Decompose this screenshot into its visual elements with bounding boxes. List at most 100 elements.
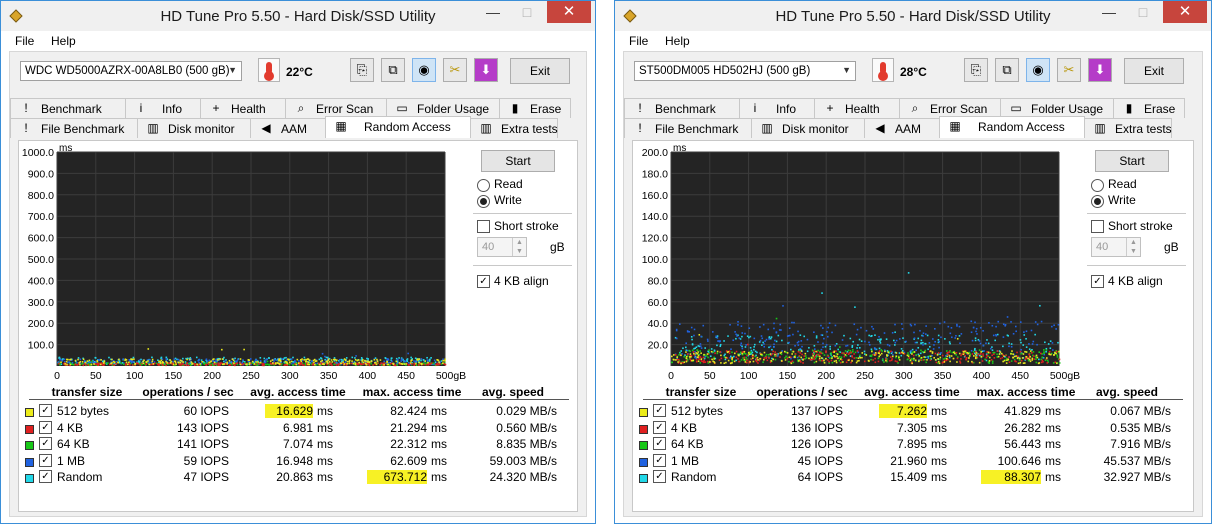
write-radio[interactable] (1091, 195, 1104, 208)
save-button[interactable]: ⬇ (1088, 58, 1112, 82)
menu-help[interactable]: Help (665, 34, 690, 48)
tab-extra-tests[interactable]: ▥ Extra tests (470, 118, 558, 138)
short-stroke-input[interactable]: 40 ▲ ▼ (477, 237, 527, 257)
data-point (757, 362, 759, 364)
align-checkbox[interactable]: ✓ (477, 275, 490, 288)
menu-help[interactable]: Help (51, 34, 76, 48)
start-button[interactable]: Start (1095, 150, 1169, 172)
tab-aam[interactable]: ◀ AAM (250, 118, 326, 138)
data-point (94, 363, 97, 365)
tab-error-scan[interactable]: ⌕ Error Scan (285, 98, 387, 118)
data-point (1034, 333, 1036, 336)
data-point (735, 333, 737, 336)
copy-all-button[interactable]: ⧉ (995, 58, 1019, 82)
copy-button[interactable]: ⎘ (964, 58, 988, 82)
options-button[interactable]: ✂ (443, 58, 467, 82)
start-button[interactable]: Start (481, 150, 555, 172)
short-stroke-input[interactable]: 40 ▲ ▼ (1091, 237, 1141, 257)
speaker-icon: ◀ (875, 121, 885, 135)
screenshot-button[interactable]: ◉ (1026, 58, 1050, 82)
write-radio[interactable] (477, 195, 490, 208)
drive-select[interactable]: ST500DM005 HD502HJ (500 gB) ▼ (634, 61, 856, 81)
data-point (180, 360, 183, 362)
data-point (815, 350, 817, 353)
data-point (997, 355, 1000, 358)
data-point (765, 357, 768, 359)
save-button[interactable]: ⬇ (474, 58, 498, 82)
series-checkbox[interactable]: ✓ (653, 470, 666, 483)
menu-file[interactable]: File (15, 34, 34, 48)
series-checkbox[interactable]: ✓ (39, 453, 52, 467)
data-point (223, 363, 225, 365)
short-stroke-checkbox[interactable] (477, 220, 490, 233)
data-point (860, 326, 862, 329)
tab-file-benchmark[interactable]: ! File Benchmark (10, 118, 138, 138)
tab-erase[interactable]: ▮ Erase (1113, 98, 1185, 118)
tab-folder-usage[interactable]: ▭ Folder Usage (1000, 98, 1114, 118)
series-checkbox[interactable]: ✓ (39, 437, 52, 450)
tab-random-access[interactable]: ▦ Random Access (939, 116, 1085, 138)
short-stroke-checkbox[interactable] (1091, 220, 1104, 233)
data-point (186, 362, 189, 364)
data-point (232, 359, 235, 362)
tab-health[interactable]: + Health (200, 98, 286, 118)
tab-extra-tests[interactable]: ▥ Extra tests (1084, 118, 1172, 138)
tab-file-benchmark[interactable]: ! File Benchmark (624, 118, 752, 138)
tab-erase[interactable]: ▮ Erase (499, 98, 571, 118)
exit-button[interactable]: Exit (510, 58, 570, 84)
data-point (101, 360, 104, 363)
tab-benchmark[interactable]: ! Benchmark (10, 98, 126, 118)
data-point (215, 363, 217, 365)
minimize-button[interactable]: — (1095, 1, 1123, 23)
maximize-button[interactable]: □ (1129, 1, 1157, 23)
close-button[interactable]: ✕ (547, 1, 591, 23)
tab-info[interactable]: i Info (125, 98, 201, 118)
series-checkbox[interactable]: ✓ (653, 453, 666, 467)
data-point (1008, 361, 1011, 363)
tab-disk-monitor[interactable]: ▥ Disk monitor (751, 118, 865, 138)
series-checkbox[interactable]: ✓ (39, 420, 52, 434)
tab-info[interactable]: i Info (739, 98, 815, 118)
copy-all-button[interactable]: ⧉ (381, 58, 405, 82)
tab-disk-monitor[interactable]: ▥ Disk monitor (137, 118, 251, 138)
data-point (719, 345, 722, 348)
data-point (884, 350, 886, 353)
tab-folder-usage[interactable]: ▭ Folder Usage (386, 98, 500, 118)
data-point (91, 360, 93, 363)
menu-file[interactable]: File (629, 34, 648, 48)
tab-error-scan[interactable]: ⌕ Error Scan (899, 98, 1001, 118)
series-checkbox[interactable]: ✓ (39, 470, 52, 483)
data-point (396, 363, 398, 366)
tab-random-access[interactable]: ▦ Random Access (325, 116, 471, 138)
options-button[interactable]: ✂ (1057, 58, 1081, 82)
data-point (442, 358, 444, 361)
data-point (804, 355, 807, 357)
data-point (874, 352, 877, 354)
data-point (856, 328, 859, 331)
close-button[interactable]: ✕ (1163, 1, 1207, 23)
copy-button[interactable]: ⎘ (350, 58, 374, 82)
read-radio[interactable] (1091, 179, 1104, 192)
series-checkbox[interactable]: ✓ (653, 437, 666, 450)
tab-aam[interactable]: ◀ AAM (864, 118, 940, 138)
series-checkbox[interactable]: ✓ (653, 420, 666, 434)
tab-benchmark[interactable]: ! Benchmark (624, 98, 740, 118)
folder-icon: ▭ (1010, 101, 1022, 115)
data-point (361, 360, 363, 362)
data-point (991, 362, 994, 364)
series-checkbox[interactable]: ✓ (39, 404, 52, 417)
data-point (279, 360, 282, 363)
x-tick-label: 150 (779, 370, 797, 382)
align-checkbox[interactable]: ✓ (1091, 275, 1104, 288)
extra-tests-icon: ▥ (480, 121, 492, 135)
maximize-button[interactable]: □ (513, 1, 541, 23)
exit-button[interactable]: Exit (1124, 58, 1184, 84)
tab-health[interactable]: + Health (814, 98, 900, 118)
screenshot-button[interactable]: ◉ (412, 58, 436, 82)
read-radio[interactable] (477, 179, 490, 192)
data-point (182, 357, 184, 360)
series-checkbox[interactable]: ✓ (653, 404, 666, 417)
data-point (913, 337, 916, 340)
minimize-button[interactable]: — (479, 1, 507, 23)
drive-select[interactable]: WDC WD5000AZRX-00A8LB0 (500 gB) ▼ (20, 61, 242, 81)
